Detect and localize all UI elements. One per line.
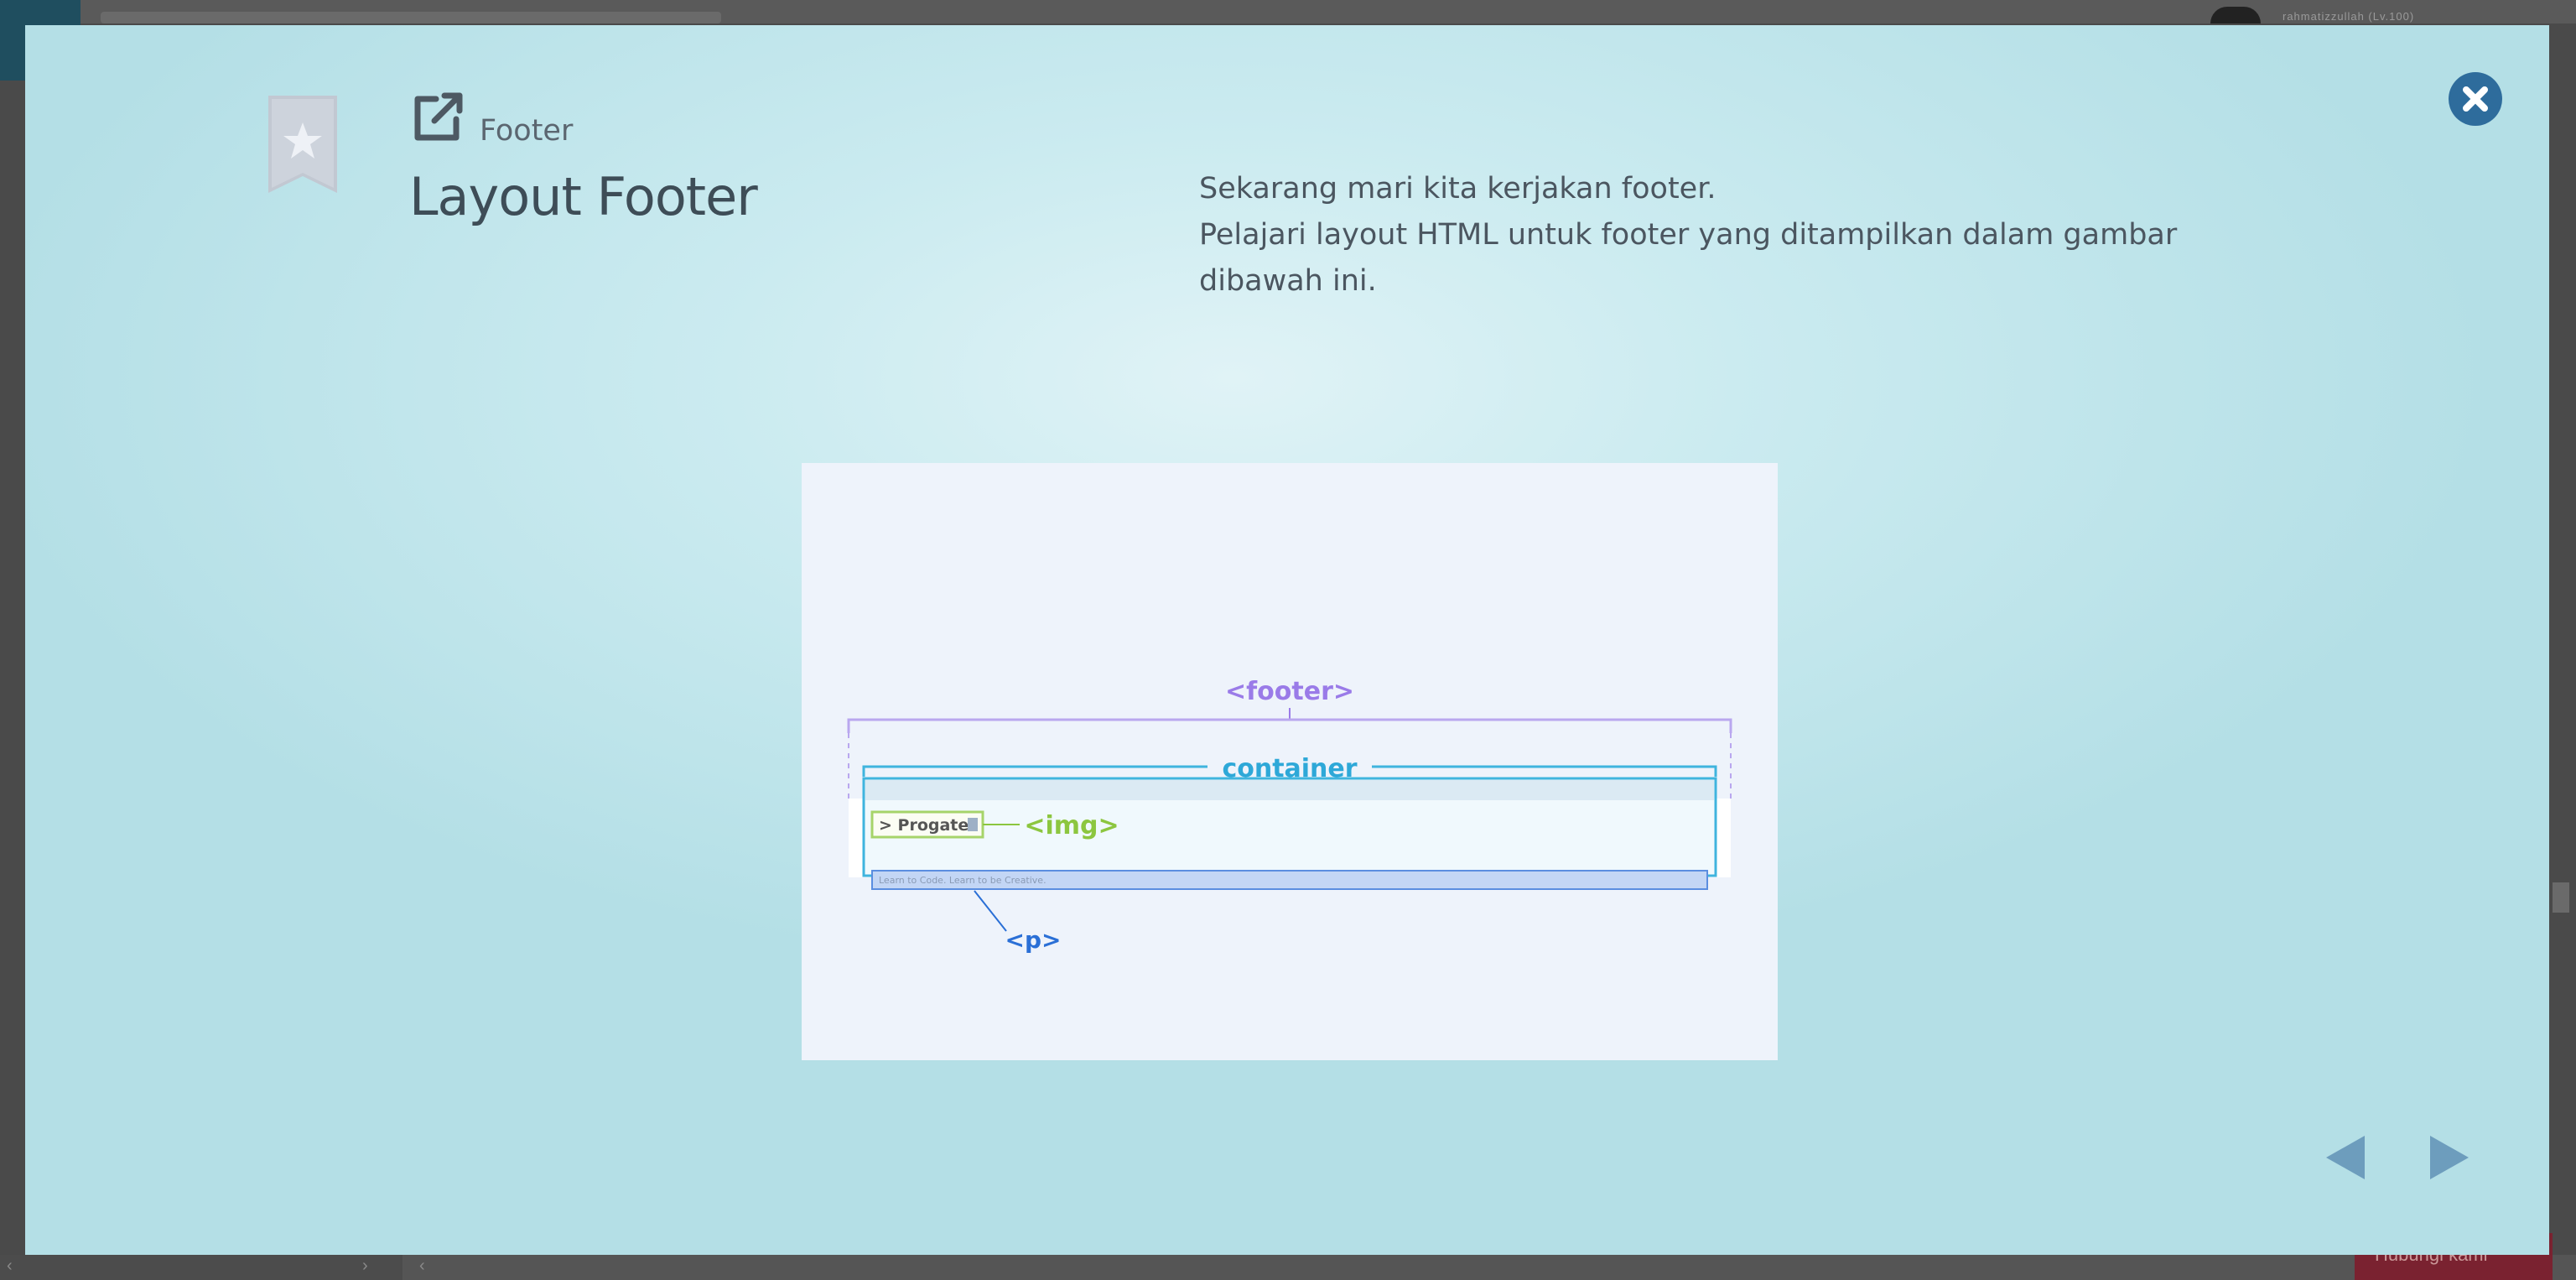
bottom-bar-left: [0, 1255, 402, 1280]
triangle-right-icon: [2430, 1136, 2469, 1179]
description-line-1: Sekarang mari kita kerjakan footer.: [1199, 172, 1716, 206]
scroll-left-icon-2: ‹: [419, 1257, 425, 1275]
p-pointer-line: [974, 890, 1007, 932]
description-line-2: Pelajari layout HTML untuk footer yang d…: [1199, 218, 2178, 252]
footer-tag-label: <footer>: [1225, 677, 1354, 706]
triangle-left-icon: [2326, 1136, 2365, 1179]
container-top-strip: [865, 780, 1714, 800]
lesson-modal: Footer Layout Footer Sekarang mari kita …: [25, 25, 2549, 1255]
footer-bracket: [847, 718, 1732, 733]
username-label: rahmatizzullah (Lv.100): [2283, 10, 2415, 23]
p-tag-label: <p>: [1005, 926, 1062, 954]
lesson-description: Sekarang mari kita kerjakan footer. Pela…: [1199, 166, 2289, 304]
previous-slide-button[interactable]: [2323, 1132, 2370, 1183]
description-line-3: dibawah ini.: [1199, 264, 1377, 298]
scroll-right-icon: ›: [362, 1257, 368, 1275]
logo-text: > Progate: [879, 816, 969, 835]
breadcrumb-label: Footer: [480, 114, 574, 148]
page-title: Layout Footer: [409, 166, 758, 227]
avatar: [2210, 7, 2261, 23]
logo-mascot-icon: [968, 818, 978, 831]
scrollbar-thumb: [2553, 882, 2569, 913]
next-slide-button[interactable]: [2425, 1132, 2472, 1183]
external-link-icon: [414, 92, 463, 141]
close-icon: [2463, 86, 2488, 112]
star-bookmark-icon[interactable]: [268, 96, 337, 193]
footer-layout-diagram: <footer> container > Progate <img> Learn…: [847, 677, 1732, 954]
close-button[interactable]: [2449, 72, 2502, 126]
background-search-bar: [101, 12, 721, 23]
img-tag-label: <img>: [1024, 811, 1119, 840]
tagline-text: Learn to Code. Learn to be Creative.: [879, 875, 1046, 886]
footer-layout-illustration: <footer> container > Progate <img> Learn…: [802, 463, 1778, 1060]
scroll-left-icon: ‹: [7, 1257, 13, 1275]
